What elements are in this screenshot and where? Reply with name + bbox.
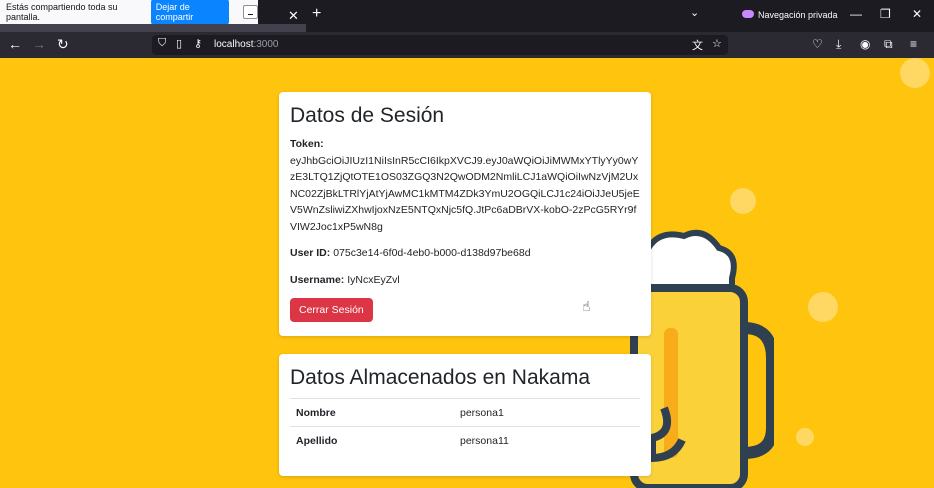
minimize-share-bar-button[interactable] xyxy=(243,5,258,19)
username-label: Username: xyxy=(290,273,345,286)
token-label: Token: xyxy=(290,138,324,150)
username-value: IyNcxEyZvl xyxy=(347,273,400,286)
url-text[interactable]: localhost:3000 xyxy=(214,39,279,50)
token-value: eyJhbGciOiJIUzI1NiIsInR5cCI6IkpXVCJ9.eyJ… xyxy=(290,154,640,233)
background-bubble xyxy=(808,292,838,322)
navigation-toolbar: ← → ↻ ⛉ ▯ ⚷ localhost:3000 文 ☆ ♡ ⤓ ◉ ⧉ ≡ xyxy=(0,32,934,58)
pocket-icon[interactable]: ♡ xyxy=(812,37,823,51)
restore-window-icon[interactable]: ❐ xyxy=(880,7,891,21)
token-field: Token: eyJhbGciOiJIUzI1NiIsInR5cCI6IkpXV… xyxy=(290,136,640,235)
menu-icon[interactable]: ≡ xyxy=(910,37,917,51)
user-id-field: User ID: 075c3e14-6f0d-4eb0-b000-d138d97… xyxy=(290,245,640,262)
page-viewport: Datos de Sesión Token: eyJhbGciOiJIUzI1N… xyxy=(0,58,934,488)
minimize-window-icon[interactable]: — xyxy=(850,7,862,21)
session-card-title: Datos de Sesión xyxy=(290,104,445,127)
bookmark-star-icon[interactable]: ☆ xyxy=(712,37,722,50)
table-value-cell: persona11 xyxy=(454,426,640,455)
logout-button[interactable]: Cerrar Sesión xyxy=(290,298,373,322)
table-key-cell: Nombre xyxy=(290,398,454,427)
url-bar[interactable]: ⛉ ▯ ⚷ localhost:3000 文 ☆ xyxy=(152,35,728,55)
translate-icon[interactable]: 文 xyxy=(692,37,703,53)
chevron-down-icon[interactable]: ⌄ xyxy=(690,6,699,19)
username-field: Username: IyNcxEyZvl xyxy=(290,272,640,289)
shield-icon[interactable]: ⛉ xyxy=(158,37,166,50)
stop-sharing-button[interactable]: Dejar de compartir xyxy=(150,0,230,25)
extensions-icon[interactable]: ⧉ xyxy=(884,37,893,52)
table-row: Nombre persona1 xyxy=(290,398,640,427)
private-browsing-label: Navegación privada xyxy=(758,10,838,20)
page-icon[interactable]: ▯ xyxy=(176,37,182,50)
private-browsing-icon xyxy=(742,10,754,18)
nakama-data-card: Datos Almacenados en Nakama Nombre perso… xyxy=(279,354,651,476)
background-bubble xyxy=(730,188,756,214)
table-value-cell: persona1 xyxy=(454,398,640,427)
nakama-card-title: Datos Almacenados en Nakama xyxy=(290,366,590,389)
table-key-cell: Apellido xyxy=(290,426,454,455)
session-data-card: Datos de Sesión Token: eyJhbGciOiJIUzI1N… xyxy=(279,92,651,336)
close-tab-icon[interactable]: ✕ xyxy=(288,8,299,24)
user-id-label: User ID: xyxy=(290,247,331,259)
table-row: Apellido persona11 xyxy=(290,426,640,455)
active-tab[interactable] xyxy=(0,24,306,32)
mouse-cursor-icon: ☝ xyxy=(582,298,591,314)
key-icon[interactable]: ⚷ xyxy=(194,37,202,50)
share-message: Estás compartiendo toda su pantalla. xyxy=(6,2,118,22)
forward-icon[interactable]: → xyxy=(32,36,46,52)
back-icon[interactable]: ← xyxy=(8,36,22,52)
nakama-data-table: Nombre persona1 Apellido persona11 xyxy=(290,398,640,455)
background-bubble xyxy=(900,58,930,88)
screen-share-bar: Estás compartiendo toda su pantalla. Dej… xyxy=(0,0,258,25)
reload-icon[interactable]: ↻ xyxy=(57,36,69,53)
close-window-icon[interactable]: ✕ xyxy=(912,7,922,21)
new-tab-icon[interactable]: + xyxy=(312,5,321,23)
account-icon[interactable]: ◉ xyxy=(860,37,870,51)
tab-strip: Estás compartiendo toda su pantalla. Dej… xyxy=(0,0,934,32)
user-id-value: 075c3e14-6f0d-4eb0-b000-d138d97be68d xyxy=(333,247,531,259)
downloads-icon[interactable]: ⤓ xyxy=(836,37,841,52)
background-bubble xyxy=(796,428,814,446)
